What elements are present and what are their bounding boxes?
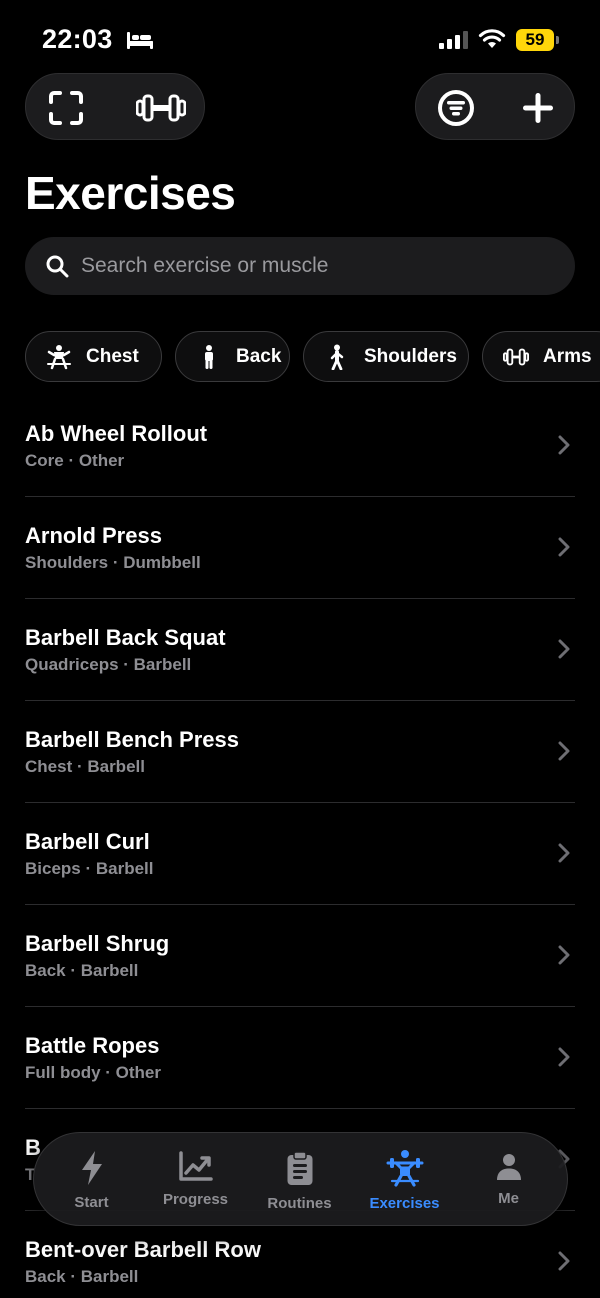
cellular-signal-icon [439,31,468,49]
exercise-detail: Quadriceps · Barbell [25,655,192,674]
dumbbell-icon [503,344,529,370]
list-item[interactable]: Barbell Curl Biceps · Barbell [25,803,575,905]
battery-level: 59 [516,29,554,51]
bolt-icon [81,1151,102,1185]
chevron-right-icon [558,945,570,965]
filter-button[interactable] [416,74,496,141]
exercise-name: Barbell Curl [25,829,150,854]
chip-back[interactable]: Back [175,331,290,382]
status-time: 22:03 [42,24,113,54]
wifi-icon [478,29,506,48]
tab-label: Me [498,1190,519,1207]
add-exercise-button[interactable] [498,74,578,141]
tab-start[interactable]: Start [38,1133,145,1227]
chart-icon [178,1151,213,1181]
clipboard-icon [287,1151,312,1185]
filter-circle-icon [438,89,474,126]
battery-indicator: 59 [516,29,560,51]
plus-icon [523,92,553,123]
tab-bar: Start Progress Routines Exercises Me [33,1132,568,1226]
tab-label: Routines [267,1195,332,1212]
exercise-name: Arnold Press [25,523,162,548]
tab-progress[interactable]: Progress [142,1133,249,1227]
chip-arms[interactable]: Arms [482,331,600,382]
exercise-detail: Chest · Barbell [25,757,145,776]
bed-icon [127,32,153,49]
scan-button[interactable] [26,74,106,141]
tab-label: Progress [162,1191,229,1208]
equipment-button[interactable] [121,74,201,141]
exercise-name: Bent-over Barbell Row [25,1237,261,1262]
chip-label: Arms [543,345,592,367]
exercise-name: Barbell Shrug [25,931,170,956]
chip-label: Back [236,345,282,367]
list-item[interactable]: Barbell Shrug Back · Barbell [25,905,575,1007]
search-bar [25,237,575,295]
exercise-detail: Full body · Other [25,1063,161,1082]
chevron-right-icon [558,1251,570,1271]
exercise-detail: Back · Barbell [25,1267,139,1286]
toolbar-right-group [415,73,575,140]
exercise-detail: Back · Barbell [25,961,139,980]
weightlifter-icon [386,1150,423,1187]
exercise-name: Barbell Bench Press [25,727,239,752]
exercise-detail: Biceps · Barbell [25,859,154,878]
chip-label: Shoulders [364,345,457,367]
walking-figure-icon [324,344,350,370]
chest-figure-icon [46,344,72,370]
tab-routines[interactable]: Routines [246,1133,353,1227]
chevron-right-icon [558,537,570,557]
page-title: Exercises [25,167,236,219]
chip-shoulders[interactable]: Shoulders [303,331,469,382]
chevron-right-icon [558,843,570,863]
tab-exercises[interactable]: Exercises [351,1133,458,1227]
battery-tip [556,36,559,44]
exercise-name: Ab Wheel Rollout [25,421,208,446]
search-icon [46,255,69,278]
tab-me[interactable]: Me [455,1133,562,1227]
tab-label: Exercises [369,1195,440,1212]
chevron-right-icon [558,1047,570,1067]
chevron-right-icon [558,741,570,761]
chip-label: Chest [86,345,139,367]
status-bar: 22:03 59 [0,0,600,70]
person-icon [496,1154,521,1180]
chip-chest[interactable]: Chest [25,331,162,382]
list-item[interactable]: Barbell Back Squat Quadriceps · Barbell [25,599,575,701]
exercise-detail: Shoulders · Dumbbell [25,553,201,572]
standing-figure-icon [196,344,222,370]
list-item[interactable]: Ab Wheel Rollout Core · Other [25,395,575,497]
toolbar-left-group [25,73,205,140]
list-item[interactable]: Arnold Press Shoulders · Dumbbell [25,497,575,599]
tab-label: Start [74,1194,109,1211]
chevron-right-icon [558,435,570,455]
list-item[interactable]: Barbell Bench Press Chest · Barbell [25,701,575,803]
exercise-name: Battle Ropes [25,1033,160,1058]
chevron-right-icon [558,639,570,659]
exercise-name: Barbell Back Squat [25,625,226,650]
list-item[interactable]: Battle Ropes Full body · Other [25,1007,575,1109]
exercise-detail: Core · Other [25,451,125,470]
scan-frame-icon [49,90,83,125]
search-input[interactable] [81,237,551,295]
muscle-filter-chips: Chest Back Shoulders Arms [25,331,600,383]
dumbbell-icon [136,94,186,121]
